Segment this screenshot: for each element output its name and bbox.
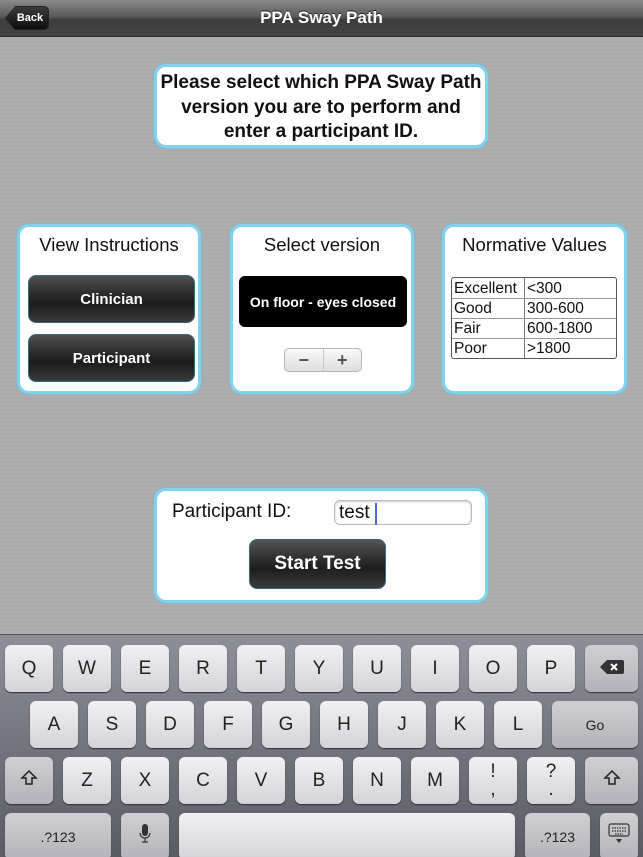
numbers-key-right[interactable]: .?123 [525,813,590,857]
key-q[interactable]: Q [5,645,53,692]
key-n[interactable]: N [353,757,401,804]
range-cell: >1800 [525,338,616,358]
shift-key-right[interactable] [585,757,638,804]
key-e[interactable]: E [121,645,169,692]
table-row: Excellent <300 [452,278,616,298]
key-s[interactable]: S [88,701,136,748]
space-key[interactable] [179,813,515,857]
key-exclaim-comma[interactable]: !, [469,757,517,804]
key-i[interactable]: I [411,645,459,692]
key-b[interactable]: B [295,757,343,804]
hide-keyboard-key[interactable] [600,813,638,857]
key-w[interactable]: W [63,645,111,692]
key-h[interactable]: H [320,701,368,748]
rating-cell: Poor [452,338,525,358]
navigation-bar: Back PPA Sway Path [0,0,643,37]
range-cell: 600-1800 [525,318,616,338]
normative-values-panel: Normative Values Excellent <300 Good 300-6… [442,224,627,394]
backspace-key[interactable] [585,645,638,692]
shift-key-left[interactable] [5,757,53,804]
key-t[interactable]: T [237,645,285,692]
key-x[interactable]: X [121,757,169,804]
key-o[interactable]: O [469,645,517,692]
increment-button[interactable]: + [324,349,362,371]
normative-values-table: Excellent <300 Good 300-600 Fair 600-1800 P… [451,277,617,359]
key-d[interactable]: D [146,701,194,748]
key-r[interactable]: R [179,645,227,692]
key-question-period[interactable]: ?. [527,757,575,804]
key-top-char: ? [545,760,557,782]
backspace-icon [599,658,624,680]
select-version-panel: Select version On floor - eyes closed − … [230,224,414,394]
rating-cell: Fair [452,318,525,338]
version-stepper: − + [284,348,362,372]
normative-values-title: Normative Values [462,234,607,255]
key-j[interactable]: J [378,701,426,748]
keyboard-hide-icon [608,822,630,851]
onscreen-keyboard: Q W E R T Y U I O P A S D F G H J K L Go… [0,634,643,857]
shift-icon [602,769,621,793]
key-top-char: ! [490,760,496,782]
page-title: PPA Sway Path [260,8,383,27]
clinician-button[interactable]: Clinician [28,275,195,323]
instruction-prompt: Please select which PPA Sway Path versio… [154,64,488,148]
dictation-key[interactable] [121,813,169,857]
key-u[interactable]: U [353,645,401,692]
key-p[interactable]: P [527,645,575,692]
key-f[interactable]: F [204,701,252,748]
key-bottom-char: . [548,778,554,800]
key-z[interactable]: Z [63,757,111,804]
key-bottom-char: , [490,778,496,800]
view-instructions-title: View Instructions [39,234,179,255]
range-cell: 300-600 [525,298,616,318]
table-row: Good 300-600 [452,298,616,318]
key-k[interactable]: K [436,701,484,748]
table-row: Poor >1800 [452,338,616,358]
decrement-button[interactable]: − [285,349,324,371]
go-key[interactable]: Go [552,701,638,748]
microphone-icon [139,823,151,850]
key-l[interactable]: L [494,701,542,748]
key-a[interactable]: A [30,701,78,748]
participant-panel: Participant ID: Start Test [154,488,488,603]
shift-icon [20,769,38,793]
rating-cell: Good [452,298,525,318]
key-m[interactable]: M [411,757,459,804]
rating-cell: Excellent [452,278,525,298]
key-y[interactable]: Y [295,645,343,692]
participant-id-input[interactable] [334,500,472,525]
select-version-title: Select version [263,234,381,255]
text-cursor [375,503,377,525]
version-selector[interactable]: On floor - eyes closed [239,276,407,327]
start-test-button[interactable]: Start Test [249,539,386,589]
key-g[interactable]: G [262,701,310,748]
key-c[interactable]: C [179,757,227,804]
table-row: Fair 600-1800 [452,318,616,338]
participant-button[interactable]: Participant [28,334,195,382]
view-instructions-panel: View Instructions Clinician Participant [17,224,201,394]
range-cell: <300 [527,279,562,297]
numbers-key-left[interactable]: .?123 [5,813,111,857]
participant-id-label: Participant ID: [172,501,292,522]
key-v[interactable]: V [237,757,285,804]
